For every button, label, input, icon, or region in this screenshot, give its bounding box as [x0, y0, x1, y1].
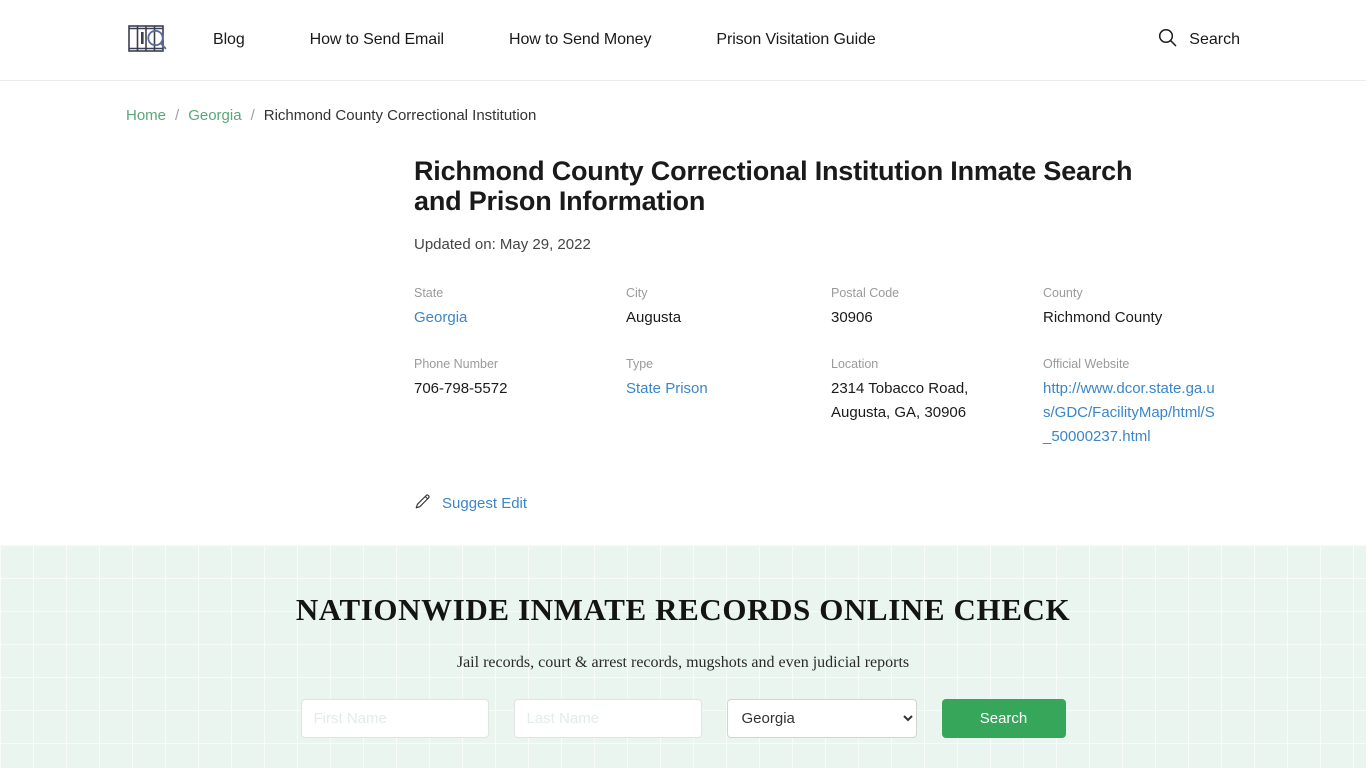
breadcrumb-separator: / — [250, 107, 255, 124]
info-label-location: Location — [831, 357, 879, 371]
info-label-official-website: Official Website — [1043, 357, 1130, 371]
search-icon — [1158, 28, 1177, 52]
site-header: Blog How to Send Email How to Send Money… — [0, 0, 1366, 81]
info-cell-type: Type State Prison — [626, 356, 831, 449]
info-label-phone-number: Phone Number — [414, 357, 499, 371]
breadcrumb-separator: / — [175, 107, 180, 124]
info-cell-postal-code: Postal Code 30906 — [831, 285, 1043, 330]
header-search-toggle[interactable]: Search — [1158, 28, 1240, 52]
info-value-city: Augusta — [626, 309, 682, 326]
info-cell-location: Location 2314 Tobacco Road, Augusta, GA,… — [831, 356, 1043, 449]
main-navigation: Blog How to Send Email How to Send Money… — [213, 27, 876, 53]
nav-item-how-to-send-money[interactable]: How to Send Money — [509, 27, 651, 53]
info-label-type: Type — [626, 357, 654, 371]
pencil-icon — [414, 492, 432, 515]
promo-subtitle: Jail records, court & arrest records, mu… — [456, 654, 910, 671]
info-cell-official-website: Official Website http://www.dcor.state.g… — [1043, 356, 1243, 449]
prison-bars-search-logo-icon — [126, 18, 172, 63]
info-cell-county: County Richmond County — [1043, 285, 1243, 330]
promo-title: NATIONWIDE INMATE RECORDS ONLINE CHECK — [295, 592, 1071, 627]
info-value-postal-code: 30906 — [831, 309, 873, 326]
nav-item-blog[interactable]: Blog — [213, 27, 245, 53]
breadcrumb-item-georgia[interactable]: Georgia — [188, 107, 241, 124]
state-select[interactable]: Georgia — [726, 699, 917, 738]
info-value-county: Richmond County — [1043, 309, 1163, 326]
last-updated-date: Updated on: May 29, 2022 — [414, 236, 591, 253]
info-cell-phone-number: Phone Number 706-798-5572 — [414, 356, 626, 449]
inmate-search-form: Georgia Search — [0, 699, 1366, 738]
info-label-state: State — [414, 286, 444, 300]
nav-item-prison-visitation-guide[interactable]: Prison Visitation Guide — [716, 27, 875, 53]
info-value-official-website[interactable]: http://www.dcor.state.ga.us/GDC/Facility… — [1043, 377, 1223, 449]
last-name-input[interactable] — [513, 699, 702, 738]
breadcrumb: Home / Georgia / Richmond County Correct… — [0, 81, 1366, 124]
info-label-city: City — [626, 286, 648, 300]
header-search-label: Search — [1189, 31, 1240, 48]
info-cell-city: City Augusta — [626, 285, 831, 330]
first-name-input[interactable] — [300, 699, 489, 738]
facility-info-grid: State Georgia City Augusta Postal Code 3… — [414, 285, 1215, 449]
breadcrumb-item-home[interactable]: Home — [126, 107, 166, 124]
info-value-type[interactable]: State Prison — [626, 377, 708, 401]
info-value-phone-number: 706-798-5572 — [414, 380, 508, 397]
info-value-state[interactable]: Georgia — [414, 306, 467, 330]
search-button[interactable]: Search — [941, 699, 1066, 738]
info-label-postal-code: Postal Code — [831, 286, 900, 300]
nationwide-search-promo: NATIONWIDE INMATE RECORDS ONLINE CHECK J… — [0, 545, 1366, 768]
suggest-edit-label: Suggest Edit — [442, 495, 528, 512]
info-label-county: County — [1043, 286, 1083, 300]
suggest-edit-button[interactable]: Suggest Edit — [414, 492, 527, 515]
site-logo[interactable] — [126, 20, 172, 60]
info-value-location: 2314 Tobacco Road, Augusta, GA, 30906 — [831, 380, 969, 421]
article-main: Richmond County Correctional Institution… — [0, 156, 1366, 515]
nav-item-how-to-send-email[interactable]: How to Send Email — [310, 27, 444, 53]
page-title: Richmond County Correctional Institution… — [414, 156, 1133, 216]
info-cell-state: State Georgia — [414, 285, 626, 330]
breadcrumb-current: Richmond County Correctional Institution — [263, 107, 537, 124]
